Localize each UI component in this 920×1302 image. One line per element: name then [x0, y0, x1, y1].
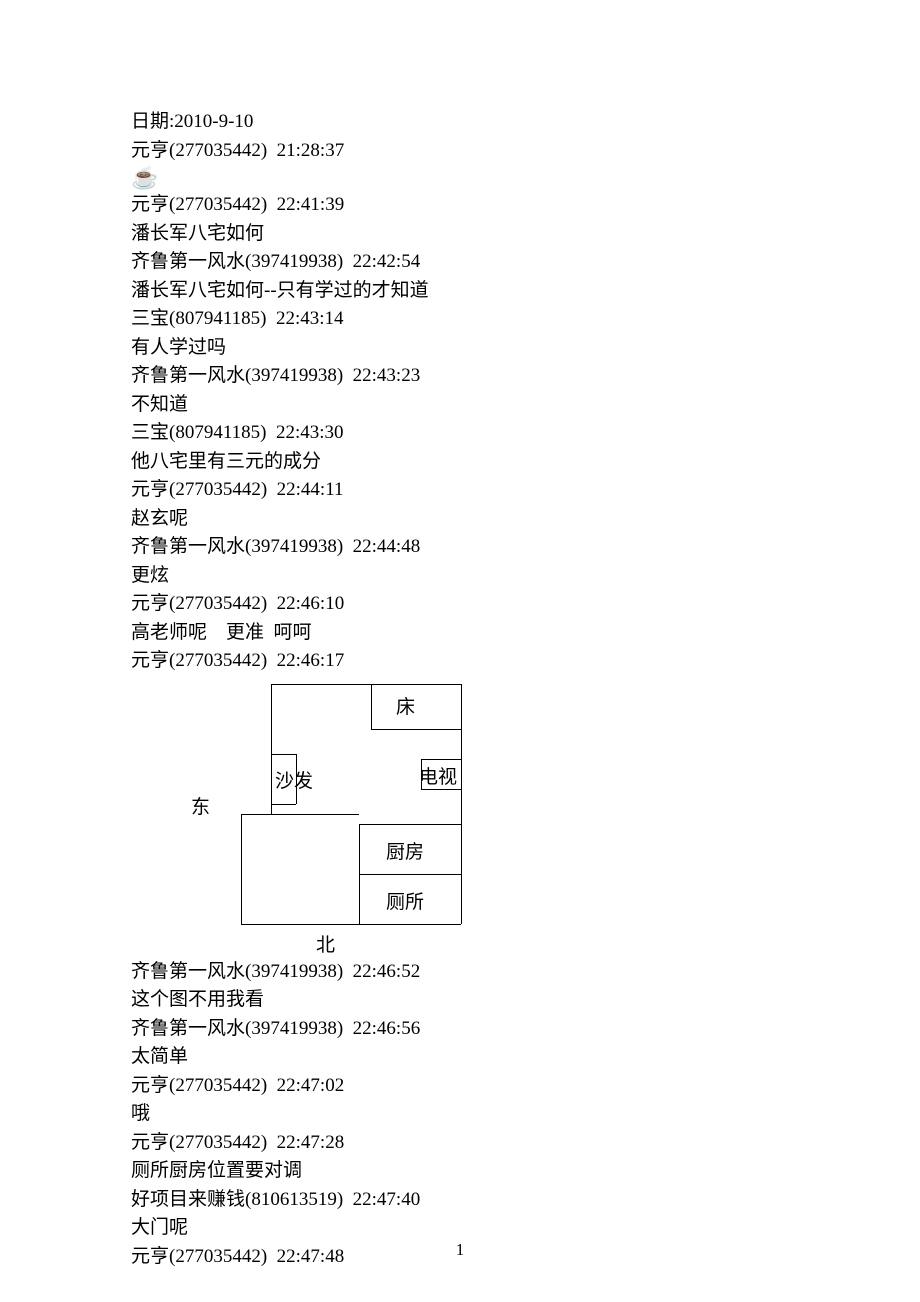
message-header: 三宝(807941185) 22:43:30 [131, 419, 920, 448]
message-body: 更炫 [131, 562, 920, 591]
message-body: 太简单 [131, 1043, 920, 1072]
message-body: 他八宅里有三元的成分 [131, 448, 920, 477]
label-tv: 电视 [419, 764, 457, 793]
message-header: 元亨(277035442) 21:28:37 [131, 137, 920, 166]
message-header: 三宝(807941185) 22:43:14 [131, 305, 920, 334]
message-header: 齐鲁第一风水(397419938) 22:43:23 [131, 362, 920, 391]
message-body: 潘长军八宅如何--只有学过的才知道 [131, 277, 920, 306]
coffee-emoji: ☕ [131, 165, 920, 191]
message-header: 元亨(277035442) 22:41:39 [131, 191, 920, 220]
label-north: 北 [316, 932, 335, 961]
message-header: 元亨(277035442) 22:46:17 [131, 647, 920, 676]
message-body: 高老师呢 更准 呵呵 [131, 619, 920, 648]
message-header: 好项目来赚钱(810613519) 22:47:40 [131, 1186, 920, 1215]
message-body: 潘长军八宅如何 [131, 220, 920, 249]
page: 日期:2010-9-10 元亨(277035442) 21:28:37☕元亨(2… [0, 0, 920, 1302]
page-number: 1 [0, 1237, 920, 1263]
label-sofa: 沙发 [275, 768, 313, 797]
label-toilet: 厕所 [386, 889, 424, 918]
message-body: 哦 [131, 1100, 920, 1129]
message-header: 元亨(277035442) 22:47:02 [131, 1072, 920, 1101]
message-body: 厕所厨房位置要对调 [131, 1157, 920, 1186]
message-body: 不知道 [131, 391, 920, 420]
message-header: 元亨(277035442) 22:46:10 [131, 590, 920, 619]
label-east: 东 [191, 794, 210, 823]
message-header: 齐鲁第一风水(397419938) 22:46:52 [131, 958, 920, 987]
message-body: 有人学过吗 [131, 334, 920, 363]
message-body: 这个图不用我看 [131, 986, 920, 1015]
message-header: 齐鲁第一风水(397419938) 22:42:54 [131, 248, 920, 277]
message-body: 赵玄呢 [131, 505, 920, 534]
messages-block-top: 元亨(277035442) 21:28:37☕元亨(277035442) 22:… [131, 137, 920, 676]
label-kitchen: 厨房 [386, 839, 424, 868]
label-bed: 床 [396, 694, 415, 723]
message-header: 元亨(277035442) 22:47:28 [131, 1129, 920, 1158]
date-line: 日期:2010-9-10 [131, 108, 920, 137]
messages-block-bottom: 齐鲁第一风水(397419938) 22:46:52这个图不用我看齐鲁第一风水(… [131, 958, 920, 1272]
message-header: 齐鲁第一风水(397419938) 22:44:48 [131, 533, 920, 562]
floor-plan-diagram: 东 床 沙发 电视 厨房 厕所 北 [191, 684, 491, 954]
message-header: 齐鲁第一风水(397419938) 22:46:56 [131, 1015, 920, 1044]
message-header: 元亨(277035442) 22:44:11 [131, 476, 920, 505]
